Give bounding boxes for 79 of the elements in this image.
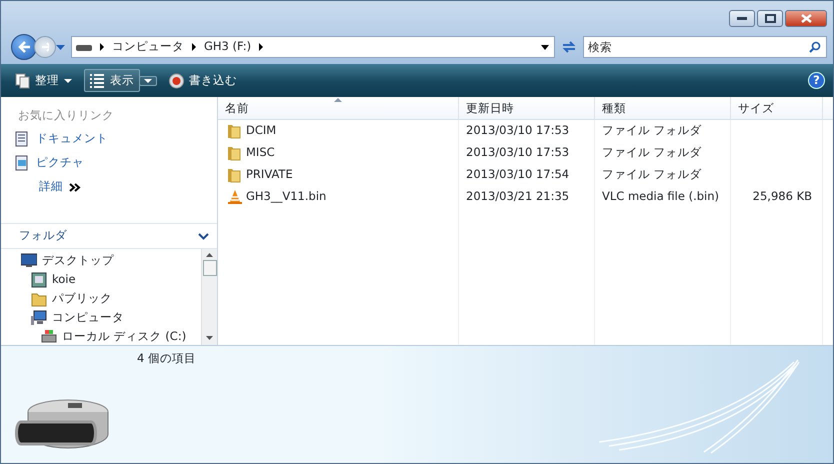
double-chevron-icon (69, 182, 81, 192)
maximize-icon (764, 14, 776, 23)
refresh-icon[interactable] (561, 40, 577, 54)
toolbar-button[interactable]: 整理 (9, 68, 78, 92)
more-link[interactable]: 詳細 (39, 178, 63, 196)
history-dropdown-icon[interactable] (56, 44, 65, 50)
disc-icon (169, 72, 184, 88)
drive-icon (76, 44, 92, 50)
file-name[interactable]: GH3__V11.bin (246, 188, 326, 206)
tree-item[interactable]: コンピュータ (1, 308, 201, 327)
folder-icon (227, 145, 242, 161)
back-arrow-icon (18, 41, 30, 53)
favorite-link[interactable]: ドキュメント (1, 127, 217, 151)
breadcrumb-arrow-icon (100, 43, 104, 51)
item-count: 4 個の項目 (137, 350, 196, 367)
column-header[interactable]: 更新日時 (459, 97, 595, 119)
favorite-link[interactable]: ピクチャ (1, 151, 217, 175)
search-icon (809, 41, 821, 53)
column-header[interactable]: 名前 (218, 97, 459, 119)
breadcrumb-arrow-icon (192, 43, 196, 51)
column-header[interactable]: 種類 (595, 97, 731, 119)
hard-disk-icon (41, 328, 57, 344)
caret-icon (64, 78, 72, 82)
modified-date: 2013/03/10 17:53 (466, 122, 570, 140)
tree-item[interactable]: ローカル ディスク (C:) (1, 327, 201, 345)
folders-heading: フォルダ (19, 227, 67, 244)
chevron-down-icon (198, 232, 209, 240)
dropdown-button[interactable] (139, 76, 157, 86)
close-button[interactable] (785, 10, 827, 27)
file-type: ファイル フォルダ (602, 144, 702, 162)
scroll-thumb[interactable] (202, 260, 216, 276)
minimize-button[interactable] (729, 10, 755, 27)
sort-arrow-icon (334, 98, 342, 102)
tree-item[interactable]: koie (1, 270, 201, 289)
file-name[interactable]: MISC (246, 144, 275, 162)
help-button[interactable]: ? (808, 72, 825, 89)
tree-scrollbar[interactable] (201, 249, 217, 345)
traffic-cone-icon (227, 189, 242, 205)
forward-arrow-icon (41, 42, 49, 52)
file-type: VLC media file (.bin) (602, 188, 720, 206)
tree-item[interactable]: デスクトップ (1, 251, 201, 270)
file-type: ファイル フォルダ (602, 166, 702, 184)
picture-icon (15, 155, 28, 171)
breadcrumb-item[interactable]: コンピュータ (112, 38, 184, 56)
tree-item[interactable]: パブリック (1, 289, 201, 308)
maximize-button[interactable] (757, 10, 783, 27)
file-type: ファイル フォルダ (602, 122, 702, 140)
file-name[interactable]: PRIVATE (246, 166, 293, 184)
toolbar-button[interactable]: 表示 (84, 68, 140, 92)
folder-icon (31, 290, 47, 306)
computer-icon (31, 310, 47, 326)
caret-icon (144, 78, 152, 82)
folders-header[interactable]: フォルダ (1, 223, 217, 249)
scroll-down-icon[interactable] (206, 336, 213, 341)
dropdown-arrow-icon (541, 44, 549, 50)
list-view-icon (90, 72, 105, 88)
modified-date: 2013/03/10 17:54 (466, 166, 570, 184)
file-size: 25,986 KB (752, 188, 812, 206)
column-header[interactable]: サイズ (731, 97, 823, 119)
back-button[interactable] (11, 34, 37, 60)
breadcrumb-arrow-icon (259, 43, 264, 51)
document-icon (15, 131, 28, 147)
search-field[interactable]: 検索 (583, 36, 827, 58)
breadcrumb-item[interactable]: GH3 (F:) (204, 38, 252, 56)
close-icon (800, 14, 812, 23)
user-folder-icon (31, 272, 47, 288)
modified-date: 2013/03/21 21:35 (466, 188, 570, 206)
address-bar[interactable]: コンピュータ GH3 (F:) (71, 36, 555, 58)
forward-button[interactable] (34, 36, 56, 58)
monitor-icon (21, 252, 37, 268)
toolbar-button[interactable]: 書き込む (163, 68, 243, 92)
favorite-links-heading: お気に入りリンク (17, 107, 115, 124)
pages-icon (15, 72, 30, 88)
file-name[interactable]: DCIM (246, 122, 276, 140)
minimize-icon (737, 16, 747, 20)
modified-date: 2013/03/10 17:53 (466, 144, 570, 162)
scroll-up-icon[interactable] (206, 253, 213, 258)
folder-icon (227, 123, 242, 139)
folder-icon (227, 167, 242, 183)
